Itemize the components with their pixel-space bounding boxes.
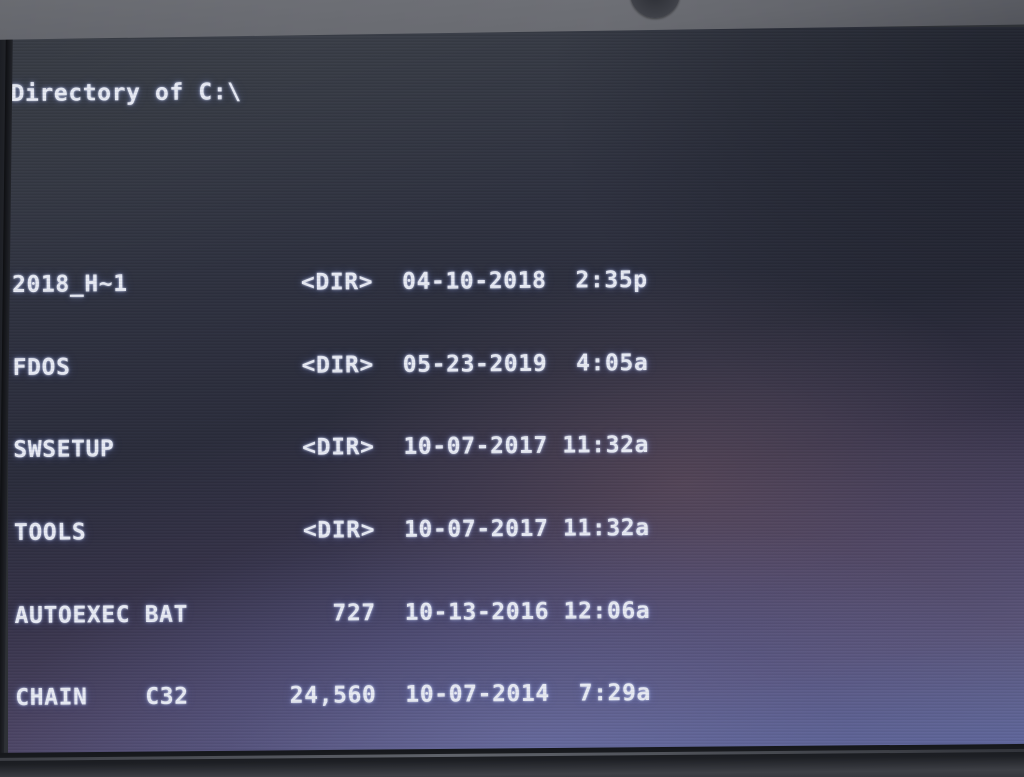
dir-entry-row: AUTOEXEC BAT 727 10-13-2016 12:06a (14, 597, 651, 629)
dir-entry-row: 2018_H~1 <DIR> 04-10-2018 2:35p (11, 267, 648, 299)
dir-entry-row: SWSETUP <DIR> 10-07-2017 11:32a (13, 432, 650, 464)
laptop-photo: Directory of C:\ 2018_H~1 <DIR> 04-10-20… (0, 0, 1024, 777)
dir-entry-row: CHAIN C32 24,560 10-07-2014 7:29a (15, 680, 652, 712)
directory-header: Directory of C:\ (10, 79, 242, 107)
dir-entry-row: TOOLS <DIR> 10-07-2017 11:32a (13, 514, 650, 546)
dos-console-output[interactable]: Directory of C:\ 2018_H~1 <DIR> 04-10-20… (8, 27, 851, 762)
dir-entry-row: FDOS <DIR> 05-23-2019 4:05a (12, 349, 649, 381)
screen-panel: Directory of C:\ 2018_H~1 <DIR> 04-10-20… (8, 27, 1024, 762)
